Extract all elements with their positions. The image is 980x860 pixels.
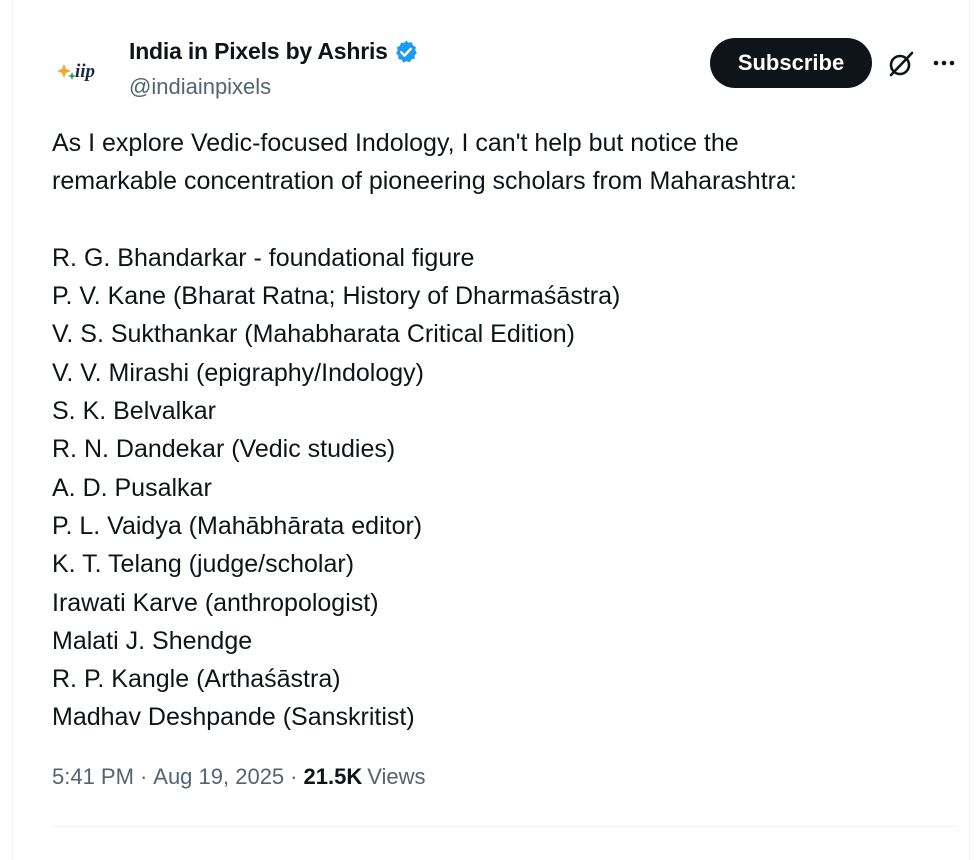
- tweet-time[interactable]: 5:41 PM: [52, 764, 134, 790]
- grok-icon[interactable]: [885, 48, 917, 80]
- verified-badge-icon[interactable]: [393, 39, 419, 65]
- author-name-line: India in Pixels by Ashris: [129, 38, 419, 65]
- subscribe-button[interactable]: Subscribe: [710, 38, 872, 88]
- scholar-list-item: P. V. Kane (Bharat Ratna; History of Dha…: [52, 282, 621, 311]
- scholar-list-item: R. P. Kangle (Arthaśāstra): [52, 665, 341, 694]
- author-name[interactable]: India in Pixels by Ashris: [129, 38, 388, 65]
- meta-separator: ·: [290, 764, 298, 789]
- views-count[interactable]: 21.5K: [304, 764, 363, 790]
- more-dots-icon[interactable]: [929, 48, 959, 78]
- tweet-meta: 5:41 PM · Aug 19, 2025 · 21.5K Views: [52, 764, 426, 790]
- avatar[interactable]: iip: [51, 40, 107, 96]
- tweet-text: As I explore Vedic-focused Indology, I c…: [52, 124, 952, 737]
- scholar-list-item: Irawati Karve (anthropologist): [52, 588, 379, 617]
- scholar-list-item: Malati J. Shendge: [52, 626, 253, 655]
- tweet-header: iip India in Pixels by Ashris @indiainpi…: [51, 34, 957, 104]
- tweet-intro-line: As I explore Vedic-focused Indology, I c…: [52, 129, 739, 157]
- tweet-date[interactable]: Aug 19, 2025: [153, 764, 284, 790]
- scholar-list-item: S. K. Belvalkar: [52, 397, 216, 426]
- scholar-list-item: K. T. Telang (judge/scholar): [52, 550, 355, 579]
- scholar-list-item: Madhav Deshpande (Sanskritist): [52, 703, 415, 732]
- scholar-list-item: V. V. Mirashi (epigraphy/Indology): [52, 358, 424, 387]
- avatar-logo-text: iip: [75, 61, 95, 82]
- scholar-list-item: A. D. Pusalkar: [52, 473, 212, 502]
- tweet-intro-line: remarkable concentration of pioneering s…: [52, 167, 797, 196]
- scholar-list-item: R. N. Dandekar (Vedic studies): [52, 435, 396, 464]
- tweet-card: iip India in Pixels by Ashris @indiainpi…: [12, 0, 970, 860]
- meta-separator: ·: [139, 764, 148, 789]
- views-label[interactable]: Views: [367, 764, 425, 790]
- divider: [52, 826, 957, 827]
- author-handle[interactable]: @indiainpixels: [129, 74, 271, 100]
- scholar-list-item: V. S. Sukthankar (Mahabharata Critical E…: [52, 320, 575, 349]
- scholar-list-item: R. G. Bhandarkar - foundational figure: [52, 243, 475, 272]
- scholar-list-item: P. L. Vaidya (Mahābhārata editor): [52, 511, 423, 540]
